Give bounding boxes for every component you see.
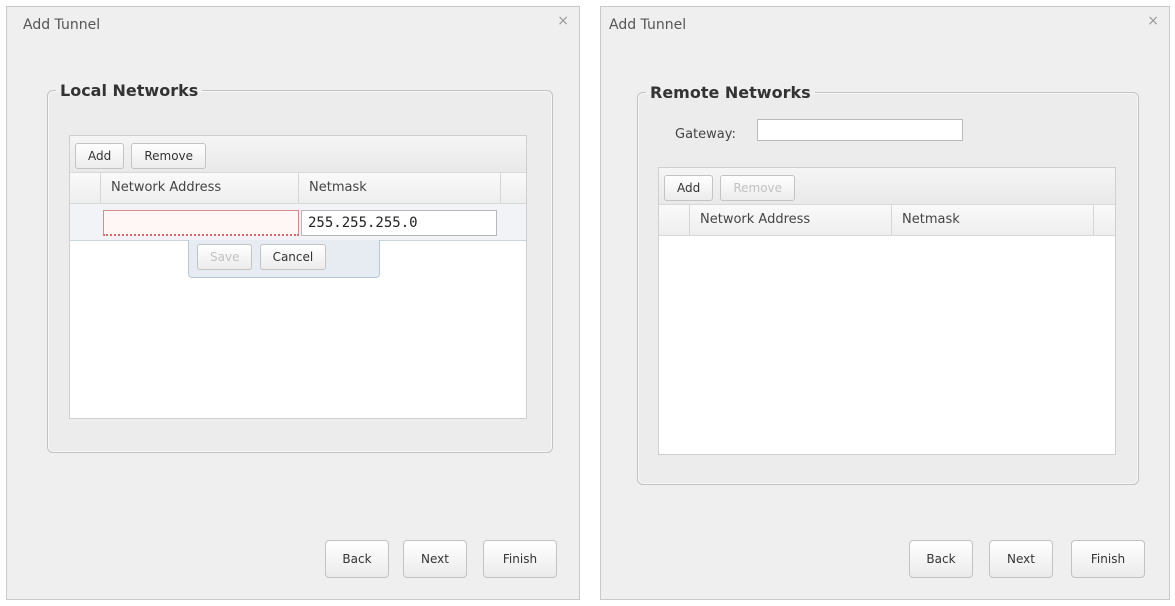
- gateway-label: Gateway:: [675, 127, 736, 142]
- row-editor: 255.255.255.0: [70, 204, 526, 241]
- grid-toolbar: Add Remove: [659, 168, 1115, 205]
- column-divider: [500, 173, 501, 203]
- network-address-input[interactable]: [103, 210, 299, 236]
- add-button[interactable]: Add: [75, 143, 125, 169]
- remove-button[interactable]: Remove: [131, 143, 207, 169]
- finish-button[interactable]: Finish: [483, 540, 557, 578]
- grid-toolbar: Add Remove: [70, 136, 526, 173]
- section-title: Local Networks: [60, 81, 199, 100]
- column-header-netmask[interactable]: Netmask: [891, 205, 1093, 235]
- dialog-title: Add Tunnel: [609, 17, 687, 33]
- column-header-netmask[interactable]: Netmask: [298, 173, 500, 203]
- grid-header: Network Address Netmask: [70, 173, 526, 204]
- row-editor-buttons: Save Cancel: [188, 240, 380, 278]
- back-button[interactable]: Back: [325, 540, 389, 578]
- close-icon[interactable]: ×: [557, 13, 569, 29]
- add-tunnel-dialog-local: Add Tunnel × Local Networks Add Remove N…: [6, 6, 580, 600]
- next-button[interactable]: Next: [403, 540, 467, 578]
- next-button[interactable]: Next: [989, 540, 1053, 578]
- add-button[interactable]: Add: [664, 175, 714, 201]
- netmask-input[interactable]: 255.255.255.0: [301, 210, 497, 236]
- add-tunnel-dialog-remote: Add Tunnel × Remote Networks Gateway: Ad…: [600, 6, 1170, 600]
- finish-button[interactable]: Finish: [1071, 540, 1145, 578]
- gateway-input[interactable]: [757, 119, 963, 141]
- section-title: Remote Networks: [650, 83, 811, 102]
- back-button[interactable]: Back: [909, 540, 973, 578]
- remove-button[interactable]: Remove: [720, 175, 796, 201]
- column-divider: [1093, 205, 1094, 235]
- grid-header: Network Address Netmask: [659, 205, 1115, 236]
- dialog-title: Add Tunnel: [23, 17, 101, 33]
- save-button[interactable]: Save: [197, 244, 253, 270]
- column-header-network-address[interactable]: Network Address: [100, 173, 298, 203]
- remote-networks-grid: Add Remove Network Address Netmask: [658, 167, 1116, 455]
- cancel-button[interactable]: Cancel: [259, 244, 327, 270]
- local-networks-grid: Add Remove Network Address Netmask 255.2…: [69, 135, 527, 419]
- column-header-network-address[interactable]: Network Address: [689, 205, 891, 235]
- close-icon[interactable]: ×: [1147, 13, 1159, 29]
